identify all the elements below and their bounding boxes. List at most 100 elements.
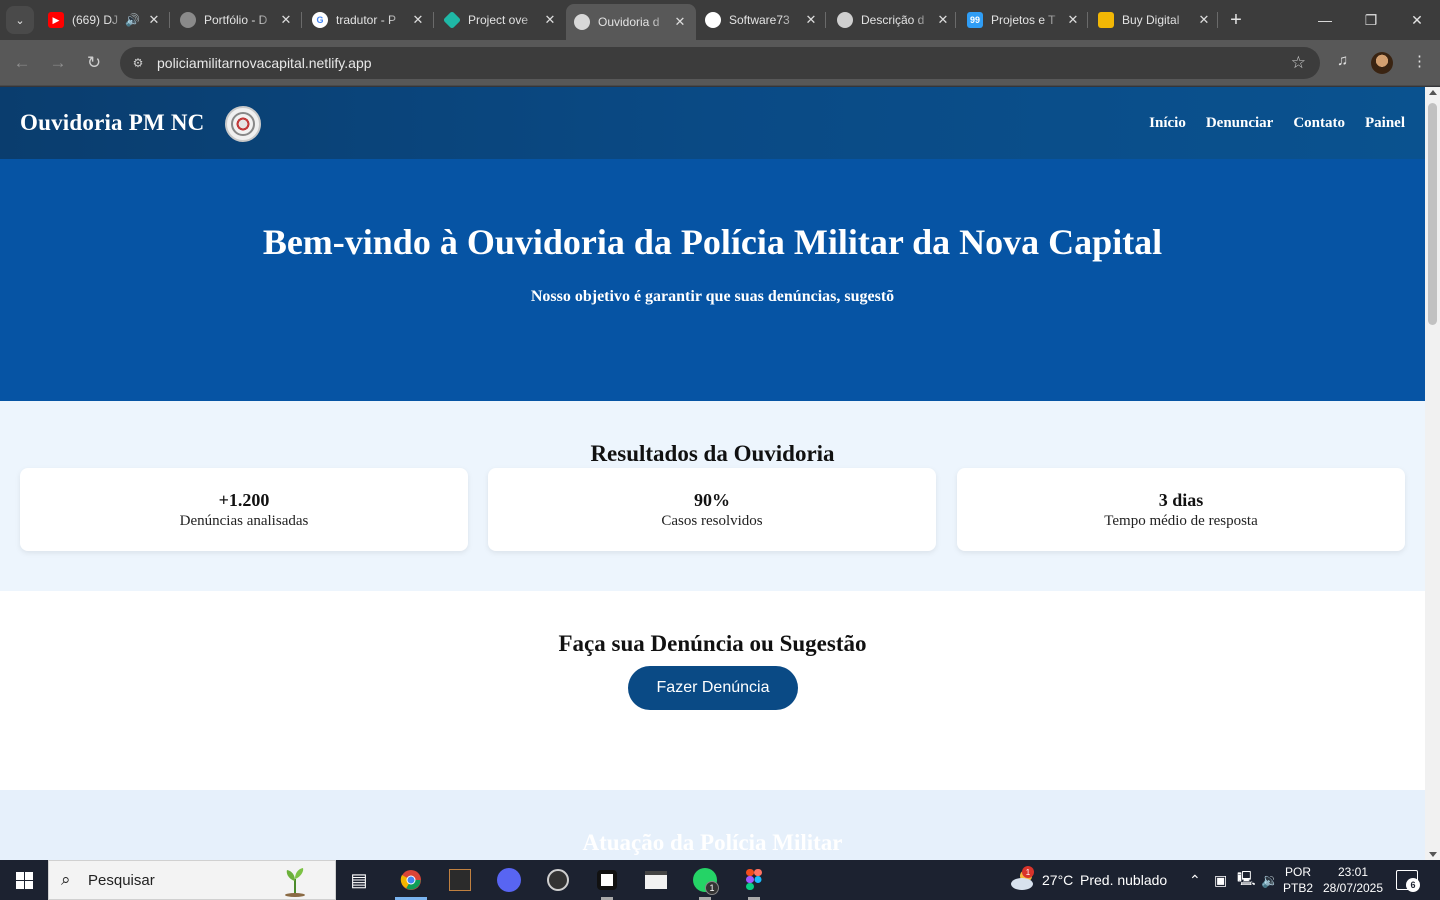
close-icon[interactable]: ✕ [542, 12, 558, 28]
language-indicator[interactable]: POR PTB2 [1283, 864, 1313, 896]
start-button[interactable] [0, 860, 48, 900]
close-window-button[interactable]: ✕ [1394, 0, 1440, 40]
meet-now-icon[interactable]: ▣ [1214, 860, 1227, 900]
tab-youtube[interactable]: ▶ (669) DJ 🔊 ✕ [40, 6, 170, 34]
weather-temp[interactable]: 27°C [1042, 860, 1073, 900]
hero-section: Bem-vindo à Ouvidoria da Polícia Militar… [0, 159, 1425, 401]
stat-label: Tempo médio de resposta [1104, 513, 1258, 529]
stat-label: Denúncias analisadas [179, 513, 309, 529]
terminal-icon[interactable] [436, 860, 484, 900]
close-icon[interactable]: ✕ [803, 12, 819, 28]
minimize-button[interactable]: — [1302, 0, 1348, 40]
stat-value: 3 dias [1158, 490, 1204, 510]
tab-title: Descrição d [861, 13, 925, 27]
nav-link-inicio[interactable]: Início [1149, 115, 1186, 132]
tab-projetos[interactable]: 99 Projetos e T ✕ [959, 6, 1089, 34]
tab-title: Project ove [468, 13, 529, 27]
close-icon[interactable]: ✕ [146, 12, 162, 28]
windows-taskbar: ⌕ Pesquisar ▤ 1 1 27°C Pred. nublado ⌃ ▣… [0, 860, 1440, 900]
close-icon[interactable]: ✕ [278, 12, 294, 28]
reload-button[interactable]: ↻ [80, 49, 108, 77]
tab-separator [1217, 12, 1218, 28]
nav-link-painel[interactable]: Painel [1365, 115, 1405, 132]
keyboard-layout: PTB2 [1283, 881, 1314, 895]
clock-date: 28/07/2025 [1322, 881, 1384, 895]
stat-value: +1.200 [218, 490, 270, 510]
nav-link-contato[interactable]: Contato [1293, 115, 1345, 132]
make-report-button[interactable]: Fazer Denúncia [628, 666, 798, 710]
close-icon[interactable]: ✕ [1065, 12, 1081, 28]
nav-link-denunciar[interactable]: Denunciar [1206, 115, 1274, 132]
forward-button[interactable]: → [44, 49, 72, 77]
system-clock[interactable]: 23:01 28/07/2025 [1319, 864, 1387, 896]
windows-logo-icon [15, 871, 33, 889]
results-title: Resultados da Ouvidoria [590, 441, 835, 466]
address-bar[interactable]: ⚙ policiamilitarnovacapital.netlify.app … [120, 47, 1320, 79]
99-icon: 99 [967, 12, 983, 28]
tab-separator [825, 12, 826, 28]
stat-value: 90% [694, 490, 730, 510]
site-brand[interactable]: Ouvidoria PM NC [20, 110, 204, 136]
github-icon [705, 12, 721, 28]
openai-icon [837, 12, 853, 28]
network-icon[interactable]: 🖳 [1237, 860, 1256, 900]
stat-card: 90% Casos resolvidos [488, 468, 936, 551]
chevron-up-icon[interactable]: ⌃ [1189, 860, 1201, 900]
whatsapp-icon[interactable]: 1 [681, 860, 729, 900]
tab-portfolio[interactable]: Portfólio - D ✕ [172, 6, 302, 34]
terminal-window-icon[interactable] [632, 860, 680, 900]
chrome-icon[interactable] [387, 860, 435, 900]
tab-descricao[interactable]: Descrição d ✕ [829, 6, 959, 34]
restore-button[interactable]: ❐ [1348, 0, 1394, 40]
scrollbar-thumb[interactable] [1428, 103, 1437, 325]
taskbar-search[interactable]: ⌕ Pesquisar [48, 860, 336, 900]
clock-time: 23:01 [1337, 865, 1369, 879]
url-text[interactable]: policiamilitarnovacapital.netlify.app [157, 55, 372, 71]
task-view-icon[interactable]: ▤ [335, 860, 383, 900]
tab-separator [1087, 12, 1088, 28]
tab-buy-digital[interactable]: Buy Digital ✕ [1090, 6, 1220, 34]
tab-search-button[interactable]: ⌄ [6, 6, 34, 34]
back-button[interactable]: ← [8, 49, 36, 77]
volume-icon[interactable]: 🔉 [1261, 860, 1278, 900]
obs-icon[interactable] [534, 860, 582, 900]
tab-tradutor[interactable]: G tradutor - P ✕ [304, 6, 434, 34]
tab-strip: ⌄ ▶ (669) DJ 🔊 ✕ Portfólio - D ✕ G tradu… [0, 0, 1440, 40]
close-icon[interactable]: ✕ [672, 14, 688, 30]
menu-icon[interactable]: ⋮ [1412, 52, 1427, 70]
browser-toolbar: ← → ↻ ⚙ policiamilitarnovacapital.netlif… [0, 40, 1440, 86]
report-section: Faça sua Denúncia ou Sugestão Fazer Denú… [0, 591, 1425, 790]
tab-title: Portfólio - D [204, 13, 268, 27]
capcut-icon[interactable] [583, 860, 631, 900]
tab-ouvidoria[interactable]: Ouvidoria d ✕ [566, 4, 696, 40]
discord-icon[interactable] [485, 860, 533, 900]
stat-card: +1.200 Denúncias analisadas [20, 468, 468, 551]
google-icon: G [312, 12, 328, 28]
tab-project[interactable]: Project ove ✕ [436, 6, 566, 34]
scroll-up-icon[interactable] [1429, 90, 1437, 95]
tab-github[interactable]: Software73 ✕ [697, 6, 827, 34]
tab-title: Projetos e T [991, 13, 1056, 27]
close-icon[interactable]: ✕ [935, 12, 951, 28]
site-nav: Início Denunciar Contato Painel [1149, 115, 1405, 132]
site-header: Ouvidoria PM NC Início Denunciar Contato… [0, 87, 1425, 159]
close-icon[interactable]: ✕ [410, 12, 426, 28]
close-icon[interactable]: ✕ [1196, 12, 1212, 28]
figma-icon[interactable] [730, 860, 778, 900]
search-icon: ⌕ [61, 870, 71, 889]
bookmark-star-icon[interactable]: ☆ [1291, 53, 1306, 73]
atuacao-section: Atuação da Polícia Militar [0, 790, 1425, 860]
scroll-down-icon[interactable] [1429, 852, 1437, 857]
weather-condition[interactable]: Pred. nublado [1080, 860, 1167, 900]
new-tab-button[interactable]: + [1224, 8, 1248, 32]
site-info-icon[interactable]: ⚙ [130, 55, 146, 71]
results-section: Resultados da Ouvidoria +1.200 Denúncias… [0, 401, 1425, 591]
page-scrollbar[interactable] [1425, 87, 1440, 860]
report-title: Faça sua Denúncia ou Sugestão [558, 631, 867, 656]
speaker-icon[interactable]: 🔊 [125, 13, 140, 27]
tab-separator [955, 12, 956, 28]
store-icon [1098, 12, 1114, 28]
media-control-icon[interactable]: ♫ [1337, 52, 1348, 69]
profile-avatar[interactable] [1371, 52, 1393, 74]
stat-label: Casos resolvidos [661, 513, 763, 529]
